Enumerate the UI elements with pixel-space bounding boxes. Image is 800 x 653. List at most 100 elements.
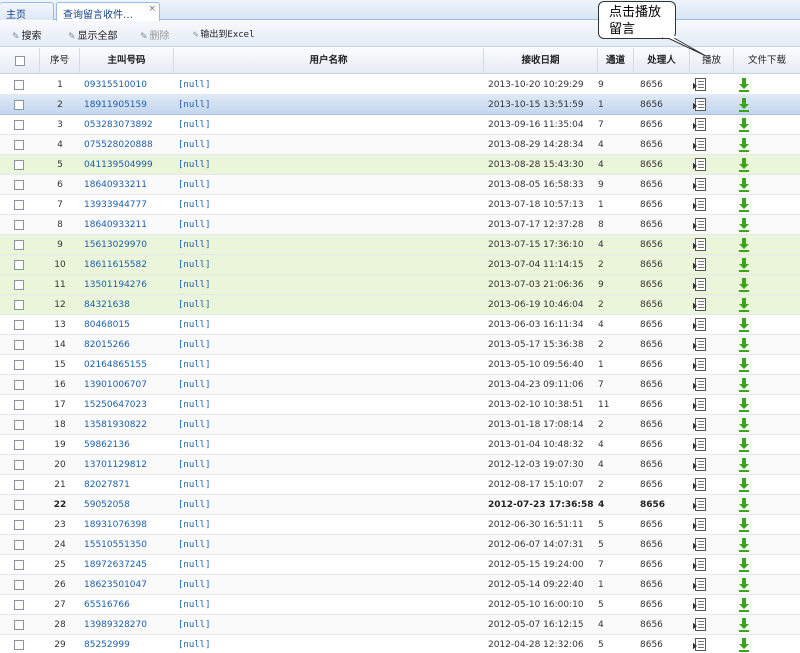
row-caller-link[interactable]: 65516766 xyxy=(84,595,174,615)
row-caller-link[interactable]: 59052058 xyxy=(84,495,174,515)
header-no[interactable]: 序号 xyxy=(40,48,80,74)
row-checkbox[interactable] xyxy=(14,640,24,650)
play-message-button[interactable] xyxy=(693,577,709,593)
download-file-button[interactable] xyxy=(737,537,751,553)
download-file-button[interactable] xyxy=(737,97,751,113)
table-row[interactable]: 1 09315510010 [null] 2013-10-20 10:29:29 9 86… xyxy=(0,75,800,95)
row-caller-link[interactable]: 85252999 xyxy=(84,635,174,653)
export-excel-button[interactable]: ✎ 输出到Excel xyxy=(193,27,255,41)
table-row[interactable]: 8 18640933211 [null] 2013-07-17 12:37:28 8 86… xyxy=(0,215,800,235)
row-caller-link[interactable]: 84321638 xyxy=(84,295,174,315)
table-row[interactable]: 17 15250647023 [null] 2013-02-10 10:38:51 11… xyxy=(0,395,800,415)
row-caller-link[interactable]: 18972637245 xyxy=(84,555,174,575)
table-row[interactable]: 16 13901006707 [null] 2013-04-23 09:11:06 7 8… xyxy=(0,375,800,395)
table-row[interactable]: 10 18611615582 [null] 2013-07-04 11:14:15 2 8… xyxy=(0,255,800,275)
play-message-button[interactable] xyxy=(693,417,709,433)
row-checkbox[interactable] xyxy=(14,540,24,550)
row-caller-link[interactable]: 18640933211 xyxy=(84,215,174,235)
row-caller-link[interactable]: 82015266 xyxy=(84,335,174,355)
row-checkbox[interactable] xyxy=(14,380,24,390)
row-caller-link[interactable]: 13989328270 xyxy=(84,615,174,635)
row-checkbox[interactable] xyxy=(14,80,24,90)
row-checkbox[interactable] xyxy=(14,340,24,350)
row-checkbox[interactable] xyxy=(14,240,24,250)
play-message-button[interactable] xyxy=(693,497,709,513)
play-message-button[interactable] xyxy=(693,477,709,493)
table-row[interactable]: 5 041139504999 [null] 2013-08-28 15:43:30 4 8… xyxy=(0,155,800,175)
play-message-button[interactable] xyxy=(693,377,709,393)
play-message-button[interactable] xyxy=(693,437,709,453)
row-checkbox[interactable] xyxy=(14,320,24,330)
download-file-button[interactable] xyxy=(737,577,751,593)
row-caller-link[interactable]: 80468015 xyxy=(84,315,174,335)
header-channel[interactable]: 通道 xyxy=(598,48,634,74)
delete-button[interactable]: ✎ 删除 xyxy=(140,27,170,42)
row-checkbox[interactable] xyxy=(14,600,24,610)
row-caller-link[interactable]: 18611615582 xyxy=(84,255,174,275)
table-row[interactable]: 28 13989328270 [null] 2012-05-07 16:12:15 4 8… xyxy=(0,615,800,635)
row-caller-link[interactable]: 053283073892 xyxy=(84,115,174,135)
row-caller-link[interactable]: 075528020888 xyxy=(84,135,174,155)
play-message-button[interactable] xyxy=(693,117,709,133)
download-file-button[interactable] xyxy=(737,137,751,153)
play-message-button[interactable] xyxy=(693,397,709,413)
row-checkbox[interactable] xyxy=(14,520,24,530)
play-message-button[interactable] xyxy=(693,97,709,113)
row-checkbox[interactable] xyxy=(14,560,24,570)
table-row[interactable]: 19 59862136 [null] 2013-01-04 10:48:32 4 8656 xyxy=(0,435,800,455)
download-file-button[interactable] xyxy=(737,337,751,353)
row-checkbox[interactable] xyxy=(14,220,24,230)
row-caller-link[interactable]: 18623501047 xyxy=(84,575,174,595)
play-message-button[interactable] xyxy=(693,317,709,333)
tab-query-messages[interactable]: 查询留言收件… × xyxy=(56,2,160,21)
play-message-button[interactable] xyxy=(693,237,709,253)
row-checkbox[interactable] xyxy=(14,480,24,490)
row-checkbox[interactable] xyxy=(14,580,24,590)
table-row[interactable]: 27 65516766 [null] 2012-05-10 16:00:10 5 8656 xyxy=(0,595,800,615)
download-file-button[interactable] xyxy=(737,437,751,453)
row-caller-link[interactable]: 041139504999 xyxy=(84,155,174,175)
row-checkbox[interactable] xyxy=(14,360,24,370)
download-file-button[interactable] xyxy=(737,397,751,413)
table-row[interactable]: 18 13581930822 [null] 2013-01-18 17:08:14 2 8… xyxy=(0,415,800,435)
row-caller-link[interactable]: 18640933211 xyxy=(84,175,174,195)
row-caller-link[interactable]: 13933944777 xyxy=(84,195,174,215)
row-caller-link[interactable]: 13501194276 xyxy=(84,275,174,295)
download-file-button[interactable] xyxy=(737,317,751,333)
play-message-button[interactable] xyxy=(693,637,709,653)
row-caller-link[interactable]: 15510551350 xyxy=(84,535,174,555)
tab-home[interactable]: 主页 xyxy=(0,2,54,21)
row-checkbox[interactable] xyxy=(14,180,24,190)
table-row[interactable]: 11 13501194276 [null] 2013-07-03 21:06:36 9 8… xyxy=(0,275,800,295)
download-file-button[interactable] xyxy=(737,237,751,253)
download-file-button[interactable] xyxy=(737,277,751,293)
header-select-all[interactable] xyxy=(0,48,40,74)
header-download[interactable]: 文件下载 xyxy=(734,48,800,74)
row-caller-link[interactable]: 13581930822 xyxy=(84,415,174,435)
table-row[interactable]: 9 15613029970 [null] 2013-07-15 17:36:10 4 86… xyxy=(0,235,800,255)
download-file-button[interactable] xyxy=(737,77,751,93)
table-row[interactable]: 25 18972637245 [null] 2012-05-15 19:24:00 7 8… xyxy=(0,555,800,575)
download-file-button[interactable] xyxy=(737,257,751,273)
play-message-button[interactable] xyxy=(693,337,709,353)
table-row[interactable]: 15 02164865155 [null] 2013-05-10 09:56:40 1 8… xyxy=(0,355,800,375)
select-all-checkbox[interactable] xyxy=(14,55,25,66)
header-date[interactable]: 接收日期 xyxy=(484,48,598,74)
row-caller-link[interactable]: 09315510010 xyxy=(84,75,174,95)
download-file-button[interactable] xyxy=(737,117,751,133)
table-row[interactable]: 6 18640933211 [null] 2013-08-05 16:58:33 9 86… xyxy=(0,175,800,195)
table-row[interactable]: 23 18931076398 [null] 2012-06-30 16:51:11 5 8… xyxy=(0,515,800,535)
row-caller-link[interactable]: 13701129812 xyxy=(84,455,174,475)
header-caller[interactable]: 主叫号码 xyxy=(80,48,174,74)
tab-close-icon[interactable]: × xyxy=(148,4,156,14)
download-file-button[interactable] xyxy=(737,377,751,393)
download-file-button[interactable] xyxy=(737,417,751,433)
download-file-button[interactable] xyxy=(737,557,751,573)
table-row[interactable]: 12 84321638 [null] 2013-06-19 10:46:04 2 8656 xyxy=(0,295,800,315)
table-row[interactable]: 29 85252999 [null] 2012-04-28 12:32:06 5 8656 xyxy=(0,635,800,653)
play-message-button[interactable] xyxy=(693,617,709,633)
download-file-button[interactable] xyxy=(737,157,751,173)
download-file-button[interactable] xyxy=(737,197,751,213)
table-row[interactable]: 24 15510551350 [null] 2012-06-07 14:07:31 5 8… xyxy=(0,535,800,555)
download-file-button[interactable] xyxy=(737,297,751,313)
